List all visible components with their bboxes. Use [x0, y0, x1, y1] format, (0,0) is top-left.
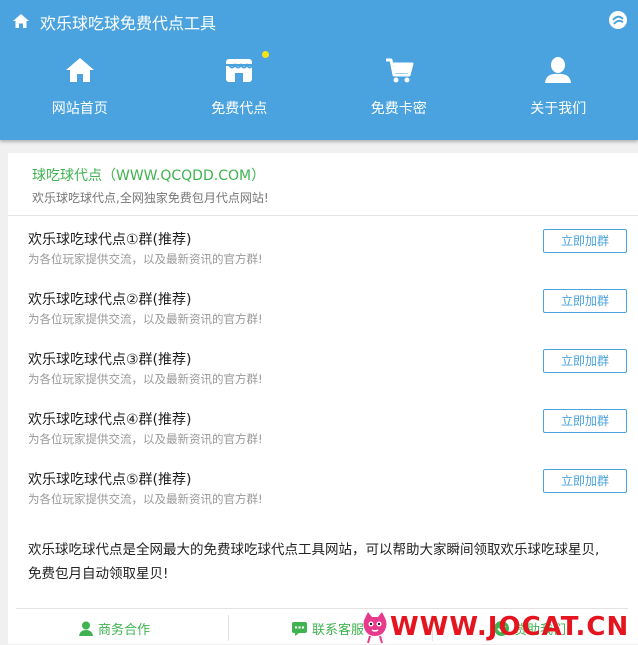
group-description: 为各位玩家提供交流，以及最新资讯的官方群!	[28, 251, 263, 267]
group-name: 欢乐球吃球代点②群(推荐)	[28, 289, 191, 309]
service-label: 联系客服	[312, 623, 364, 638]
join-group-button[interactable]: 立即加群	[543, 349, 627, 373]
site-description: 欢乐球吃球代点,全网独家免费包月代点网站!	[32, 189, 269, 206]
cat-logo-icon	[360, 610, 390, 644]
list-item: 欢乐球吃球代点⑤群(推荐) 为各位玩家提供交流，以及最新资讯的官方群! 立即加群	[28, 469, 628, 519]
main-nav: 网站首页 免费代点	[0, 52, 638, 122]
service-link[interactable]: 联系客服	[292, 619, 364, 638]
group-description: 为各位玩家提供交流，以及最新资讯的官方群!	[28, 491, 263, 507]
home-icon[interactable]	[12, 13, 30, 33]
cart-icon	[384, 56, 414, 88]
group-name: 欢乐球吃球代点⑤群(推荐)	[28, 469, 191, 489]
join-group-button[interactable]: 立即加群	[543, 409, 627, 433]
site-title[interactable]: 球吃球代点（WWW.QCQDD.COM）	[32, 165, 265, 185]
app-header: 欢乐球吃球免费代点工具 网站首页	[0, 0, 638, 140]
group-description: 为各位玩家提供交流，以及最新资讯的官方群!	[28, 311, 263, 327]
nav-label: 免费代点	[160, 98, 320, 118]
group-name: 欢乐球吃球代点③群(推荐)	[28, 349, 191, 369]
business-label: 商务合作	[98, 623, 150, 638]
group-name: 欢乐球吃球代点①群(推荐)	[28, 229, 191, 249]
page-title: 欢乐球吃球免费代点工具	[40, 10, 216, 34]
notification-badge	[262, 51, 269, 58]
join-group-button[interactable]: 立即加群	[543, 229, 627, 253]
message-icon	[292, 621, 307, 636]
nav-label: 免费卡密	[319, 98, 479, 118]
nav-label: 关于我们	[479, 98, 638, 118]
business-link[interactable]: 商务合作	[78, 619, 150, 638]
divider	[8, 215, 638, 216]
divider	[228, 615, 229, 641]
user-icon	[543, 56, 573, 88]
main-panel: 球吃球代点（WWW.QCQDD.COM） 欢乐球吃球代点,全网独家免费包月代点网…	[8, 153, 638, 644]
nav-item-free-card[interactable]: 免费卡密	[319, 52, 479, 122]
about-text: 欢乐球吃球代点是全网最大的免费球吃球代点工具网站，可以帮助大家瞬间领取欢乐球吃球…	[28, 538, 608, 586]
nav-label: 网站首页	[0, 98, 160, 118]
watermark: WWW.JOCAT.CN	[360, 610, 638, 644]
top-bar: 欢乐球吃球免费代点工具	[0, 0, 638, 42]
list-item: 欢乐球吃球代点③群(推荐) 为各位玩家提供交流，以及最新资讯的官方群! 立即加群	[28, 349, 628, 399]
list-item: 欢乐球吃球代点②群(推荐) 为各位玩家提供交流，以及最新资讯的官方群! 立即加群	[28, 289, 628, 339]
group-name: 欢乐球吃球代点④群(推荐)	[28, 409, 191, 429]
nav-item-home[interactable]: 网站首页	[0, 52, 160, 122]
user-icon	[78, 621, 94, 636]
join-group-button[interactable]: 立即加群	[543, 289, 627, 313]
shop-icon	[224, 56, 254, 88]
nav-item-about[interactable]: 关于我们	[479, 52, 638, 122]
nav-item-free-boost[interactable]: 免费代点	[160, 52, 320, 122]
list-item: 欢乐球吃球代点④群(推荐) 为各位玩家提供交流，以及最新资讯的官方群! 立即加群	[28, 409, 628, 459]
watermark-text: WWW.JOCAT.CN	[390, 612, 629, 642]
group-description: 为各位玩家提供交流，以及最新资讯的官方群!	[28, 371, 263, 387]
home-icon	[65, 56, 95, 88]
list-item: 欢乐球吃球代点①群(推荐) 为各位玩家提供交流，以及最新资讯的官方群! 立即加群	[28, 229, 628, 279]
group-description: 为各位玩家提供交流，以及最新资讯的官方群!	[28, 431, 263, 447]
chat-icon[interactable]	[608, 10, 628, 34]
join-group-button[interactable]: 立即加群	[543, 469, 627, 493]
